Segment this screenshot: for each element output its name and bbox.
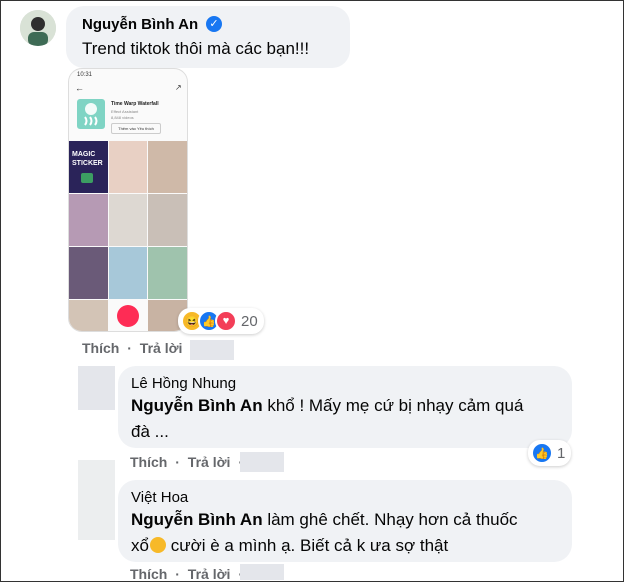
video-tile[interactable]: [69, 300, 108, 331]
video-tile[interactable]: [109, 247, 147, 299]
sound-subtitle-2: 8,848 videos: [111, 115, 134, 120]
comment-author[interactable]: Nguyễn Bình An: [82, 16, 198, 33]
sticker-label: STICKER: [72, 160, 103, 167]
like-link[interactable]: Thích: [82, 340, 119, 356]
main-comment-bubble: Nguyễn Bình An ✓ Trend tiktok thôi mà cá…: [66, 6, 350, 68]
rofl-emoji: [149, 537, 166, 553]
record-button[interactable]: [117, 305, 139, 327]
comment-text: Trend tiktok thôi mà các bạn!!!: [82, 39, 310, 58]
reply-bubble: Lê Hồng Nhung Nguyễn Bình An khổ ! Mấy m…: [118, 366, 572, 448]
magic-sticker-tile[interactable]: MAGIC STICKER: [69, 141, 108, 193]
reply-tag[interactable]: Nguyễn Bình An: [131, 396, 263, 415]
like-link[interactable]: Thích: [130, 566, 167, 582]
sound-subtitle-1: Effect Assistant: [111, 109, 139, 114]
video-tile[interactable]: [109, 194, 147, 246]
video-tile[interactable]: [69, 194, 108, 246]
timestamp-redacted: [240, 564, 284, 580]
timestamp-redacted: [190, 340, 234, 360]
timestamp-redacted: [240, 452, 284, 472]
reply-avatar[interactable]: [78, 366, 115, 410]
attachment-image[interactable]: 10:31 ← ↗ Time Warp Waterfall Effect Ass…: [68, 68, 188, 332]
video-tile[interactable]: [148, 194, 187, 246]
save-label: Thêm vào Yêu thích: [118, 126, 154, 131]
reply-text: Nguyễn Bình An làm ghê chết. Nhạy hơn cả…: [131, 510, 518, 555]
post-actions: Thích · Trả lời ·: [82, 340, 195, 356]
avatar-image: [20, 10, 56, 46]
reaction-count: 1: [557, 444, 566, 462]
reply-tag[interactable]: Nguyễn Bình An: [131, 510, 263, 529]
reply-link[interactable]: Trả lời: [140, 340, 183, 356]
video-tile[interactable]: [148, 141, 187, 193]
love-icon: ♥: [215, 310, 237, 332]
like-icon: 👍: [531, 442, 553, 464]
share-icon: ↗: [175, 83, 182, 92]
reply-actions: Thích · Trả lời ·: [130, 566, 243, 582]
video-tile[interactable]: [148, 247, 187, 299]
reply-bubble: Việt Hoa Nguyễn Bình An làm ghê chết. Nh…: [118, 480, 572, 562]
reply-text: Nguyễn Bình An khổ ! Mấy mẹ cứ bị nhạy c…: [131, 396, 524, 441]
sound-cover-icon: [77, 99, 105, 129]
video-tile[interactable]: [69, 247, 108, 299]
save-to-favorites-button[interactable]: Thêm vào Yêu thích: [111, 123, 161, 134]
like-link[interactable]: Thích: [130, 454, 167, 470]
sound-title: Time Warp Waterfall: [111, 101, 159, 107]
status-time: 10:31: [77, 72, 93, 78]
avatar[interactable]: [20, 10, 56, 46]
reply-link[interactable]: Trả lời: [188, 454, 231, 470]
reply-author[interactable]: Việt Hoa: [131, 489, 188, 506]
reply-link[interactable]: Trả lời: [188, 566, 231, 582]
reaction-count: 20: [241, 312, 258, 330]
reply-author[interactable]: Lê Hồng Nhung: [131, 375, 236, 392]
reply-actions: Thích · Trả lời ·: [130, 454, 243, 470]
magic-label: MAGIC: [72, 151, 96, 158]
back-arrow-icon: ←: [75, 83, 84, 93]
video-tile[interactable]: [109, 141, 147, 193]
reply-reactions[interactable]: 👍 1: [528, 440, 572, 466]
reply-avatar[interactable]: [78, 460, 115, 540]
verified-badge-icon: ✓: [206, 16, 222, 32]
post-reactions[interactable]: 😆 👍 ♥ 20: [178, 308, 264, 334]
